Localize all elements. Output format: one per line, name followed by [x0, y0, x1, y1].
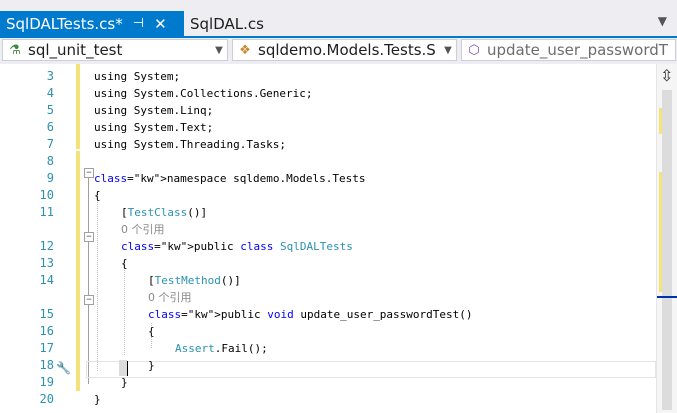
split-editor-icon[interactable]: ⇳ — [660, 66, 673, 85]
line-number: 15 — [39, 307, 54, 321]
chevron-down-icon[interactable]: ▼ — [658, 14, 667, 28]
code-text: using System.Collections.Generic; — [94, 87, 313, 100]
code-text: } — [121, 376, 128, 389]
scrollbar-thumb[interactable] — [662, 90, 672, 410]
chevron-down-icon[interactable]: ▼ — [440, 45, 456, 56]
line-number: 7 — [46, 137, 54, 151]
code-text: } — [94, 393, 101, 406]
pin-icon[interactable]: ⊣ — [133, 16, 144, 31]
code-line: 8 — [0, 153, 656, 170]
code-line: 7 using System.Threading.Tasks; — [0, 136, 656, 153]
code-line: 9 class="kw">namespace sqldemo.Models.Te… — [0, 170, 656, 187]
code-text: { — [148, 325, 155, 338]
line-number: 17 — [39, 341, 54, 355]
code-line: 5 using System.Linq; — [0, 102, 656, 119]
code-text: using System.Text; — [94, 121, 214, 134]
method-icon: ⬡ — [468, 42, 480, 58]
vertical-scrollbar[interactable]: ⇳ — [656, 64, 677, 413]
code-line: 20 } — [0, 391, 656, 408]
code-text: [TestMethod()] — [148, 274, 241, 287]
line-number: 14 — [39, 273, 54, 287]
chevron-down-icon[interactable]: ▼ — [211, 45, 227, 56]
scrollbar-caret-marker — [657, 296, 677, 298]
class-dropdown[interactable]: ❖ sqldemo.Models.Tests.S ▼ — [232, 39, 457, 61]
member-dropdown[interactable]: ⬡ update_user_passwordT — [461, 39, 676, 61]
code-line: 4 using System.Collections.Generic; — [0, 85, 656, 102]
reference-count-line: 0 个引用 — [0, 289, 656, 306]
project-dropdown[interactable]: ⚗ sql_unit_test ▼ — [2, 39, 228, 61]
code-line: 15 class="kw">public void update_user_pa… — [0, 306, 656, 323]
scrollbar-change-marker — [659, 172, 662, 292]
code-text: using System.Linq; — [94, 104, 214, 117]
class-dropdown-value: sqldemo.Models.Tests.S — [258, 41, 436, 59]
project-dropdown-value: sql_unit_test — [28, 41, 123, 59]
line-number: 20 — [39, 392, 54, 406]
member-dropdown-value: update_user_passwordT — [487, 41, 668, 59]
code-text: Assert.Fail(); — [175, 342, 268, 355]
reference-count[interactable]: 0 个引用 — [148, 289, 192, 306]
line-number: 19 — [39, 375, 54, 389]
document-tab-strip: SqlDALTests.cs* ⊣ ✕ SqlDAL.cs ▼ — [0, 0, 677, 36]
line-number: 4 — [46, 86, 54, 100]
tab-sqldal[interactable]: SqlDAL.cs — [186, 11, 266, 36]
code-editor[interactable]: − − − 🔧 3 using System; 4 using System.C… — [0, 64, 656, 413]
code-line: 17 Assert.Fail(); — [0, 340, 656, 357]
code-line: 18 } — [0, 357, 656, 374]
code-text: class="kw">public void update_user_passw… — [148, 308, 473, 321]
code-line: 14 [TestMethod()] — [0, 272, 656, 289]
code-text: using System.Threading.Tasks; — [94, 138, 287, 151]
line-number: 8 — [46, 154, 54, 168]
code-text: } — [148, 359, 155, 372]
code-text: class="kw">public class SqlDALTests — [121, 240, 353, 253]
line-number: 5 — [46, 103, 54, 117]
line-number: 6 — [46, 120, 54, 134]
line-number: 12 — [39, 239, 54, 253]
tab-sqldaltests[interactable]: SqlDALTests.cs* ⊣ ✕ — [0, 11, 184, 36]
code-text: { — [94, 189, 101, 202]
code-text: class="kw">namespace sqldemo.Models.Test… — [94, 172, 366, 185]
close-icon[interactable]: ✕ — [154, 15, 167, 33]
line-number: 9 — [46, 171, 54, 185]
line-number: 13 — [39, 256, 54, 270]
navigation-bar: ⚗ sql_unit_test ▼ ❖ sqldemo.Models.Tests… — [0, 38, 677, 64]
line-number: 3 — [46, 69, 54, 83]
line-number: 18 — [39, 358, 54, 372]
class-icon: ❖ — [239, 42, 251, 58]
line-number: 16 — [39, 324, 54, 338]
line-number: 11 — [39, 205, 54, 219]
reference-count-line: 0 个引用 — [0, 221, 656, 238]
reference-count[interactable]: 0 个引用 — [121, 221, 165, 238]
test-project-icon: ⚗ — [9, 42, 21, 58]
code-line: 13 { — [0, 255, 656, 272]
code-line: 6 using System.Text; — [0, 119, 656, 136]
tab-label: SqlDAL.cs — [190, 14, 264, 33]
line-number: 10 — [39, 188, 54, 202]
scrollbar-change-marker — [659, 108, 662, 134]
code-line: 12 class="kw">public class SqlDALTests — [0, 238, 656, 255]
code-line: 10 { — [0, 187, 656, 204]
code-line: 11 [TestClass()] — [0, 204, 656, 221]
tab-label: SqlDALTests.cs* — [6, 14, 123, 33]
code-line: 16 { — [0, 323, 656, 340]
code-text: [TestClass()] — [121, 206, 208, 219]
code-text: { — [121, 257, 128, 270]
code-text: using System; — [94, 70, 181, 83]
code-line: 19 } — [0, 374, 656, 391]
code-line: 3 using System; — [0, 68, 656, 85]
